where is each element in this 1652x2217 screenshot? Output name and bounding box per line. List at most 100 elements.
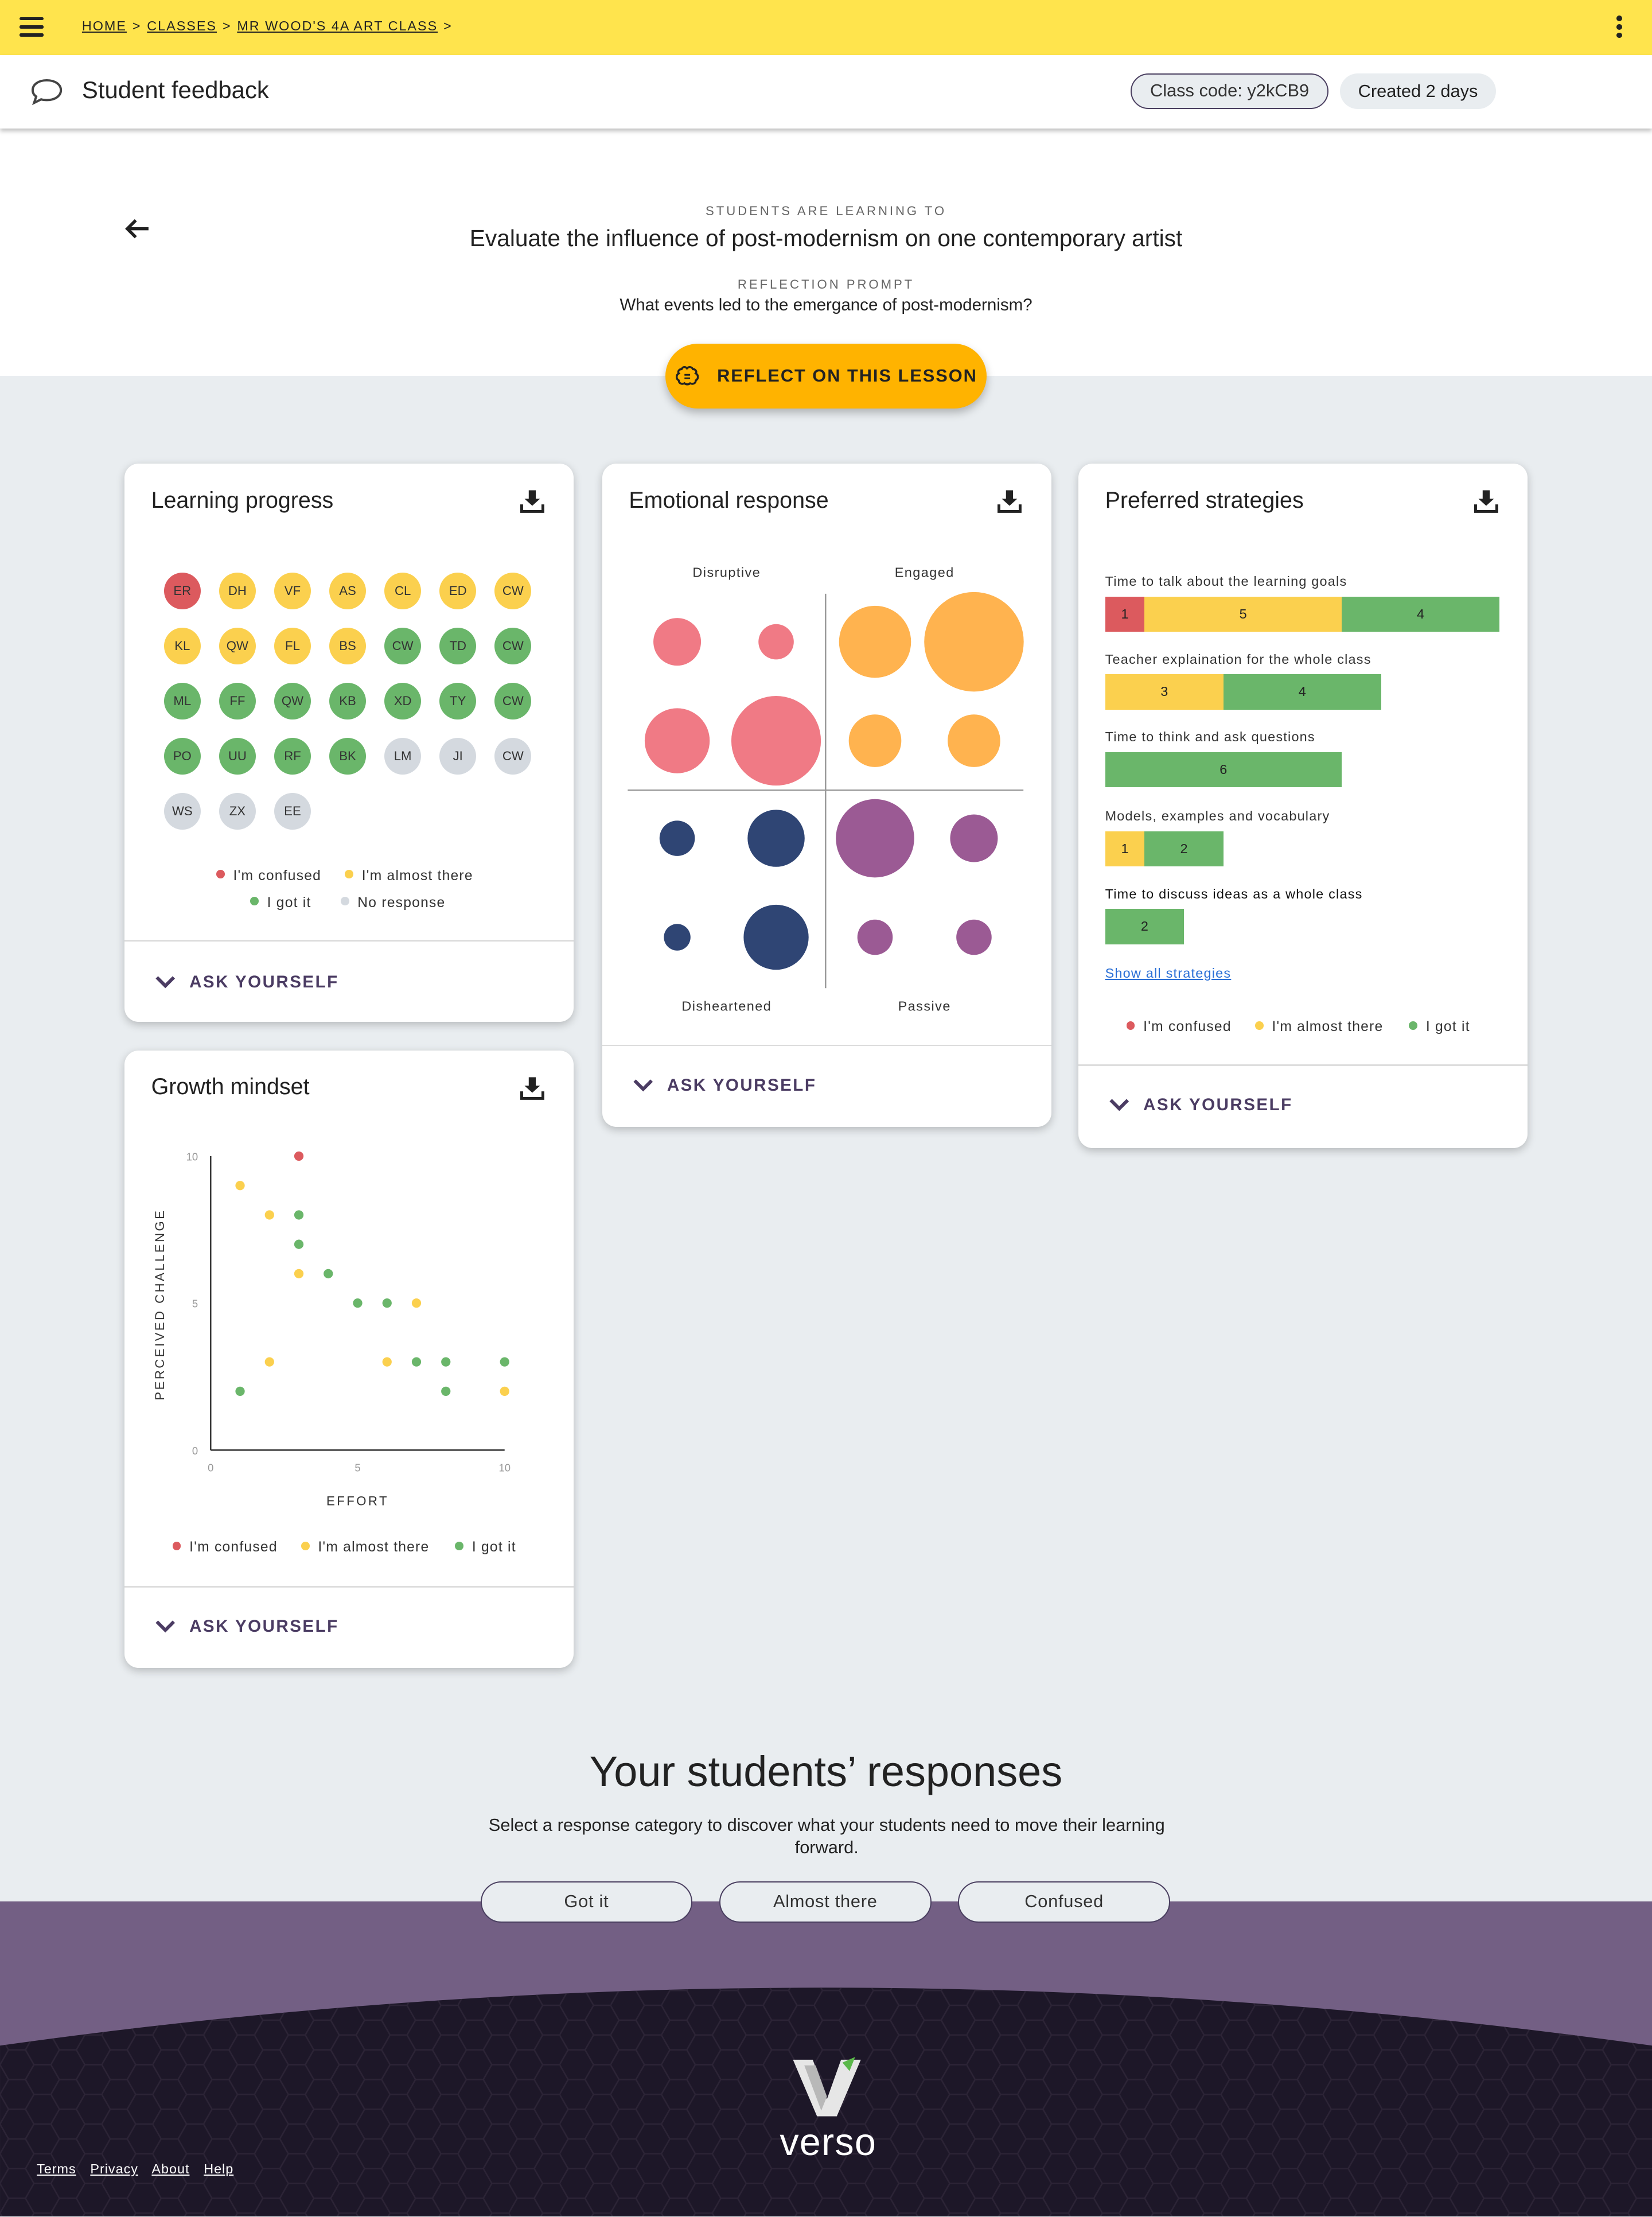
- help-link[interactable]: Help: [204, 2161, 233, 2176]
- scatter-point[interactable]: [500, 1357, 509, 1367]
- student-avatar[interactable]: DH: [219, 572, 256, 609]
- emotion-bubble[interactable]: [663, 924, 691, 951]
- student-avatar[interactable]: KB: [329, 682, 367, 719]
- emotion-bubble[interactable]: [659, 820, 695, 856]
- student-avatar[interactable]: TY: [439, 682, 477, 719]
- scatter-point[interactable]: [382, 1298, 392, 1308]
- strategy-bar[interactable]: 6: [1105, 752, 1342, 788]
- reflect-button[interactable]: REFLECT ON THIS LESSON: [665, 343, 987, 409]
- student-avatar[interactable]: RF: [274, 738, 311, 775]
- about-link[interactable]: About: [151, 2161, 189, 2176]
- emotion-bubble[interactable]: [758, 624, 794, 660]
- ask-yourself-toggle[interactable]: ASK YOURSELF: [155, 973, 339, 992]
- strategy-bar[interactable]: 2: [1105, 909, 1185, 944]
- strategy-bar[interactable]: 12: [1105, 831, 1224, 867]
- breadcrumb-classes[interactable]: CLASSES: [147, 18, 217, 33]
- student-avatar[interactable]: CW: [494, 682, 532, 719]
- student-avatar[interactable]: CW: [494, 738, 532, 775]
- scatter-point[interactable]: [323, 1269, 333, 1279]
- scatter-point[interactable]: [441, 1357, 451, 1367]
- student-avatar[interactable]: KL: [163, 627, 201, 664]
- emotion-bubble[interactable]: [956, 919, 992, 955]
- emotion-bubble[interactable]: [857, 919, 893, 955]
- student-avatar[interactable]: BS: [329, 627, 367, 664]
- show-all-strategies-link[interactable]: Show all strategies: [1105, 966, 1232, 981]
- hamburger-menu-icon[interactable]: [20, 17, 44, 37]
- ask-yourself-toggle[interactable]: ASK YOURSELF: [1109, 1095, 1293, 1115]
- emotion-bubble[interactable]: [731, 695, 821, 786]
- got-it-button[interactable]: Got it: [480, 1881, 693, 1923]
- scatter-point[interactable]: [294, 1152, 303, 1161]
- download-icon[interactable]: [998, 489, 1022, 514]
- student-avatar[interactable]: WS: [163, 793, 201, 830]
- page-header: Student feedback Class code: y2kCB9 Crea…: [0, 55, 1652, 129]
- student-avatar[interactable]: CL: [384, 572, 422, 609]
- emotion-bubble[interactable]: [747, 810, 805, 867]
- download-icon[interactable]: [1474, 489, 1498, 514]
- scatter-point[interactable]: [411, 1357, 421, 1367]
- student-avatar[interactable]: JI: [439, 738, 477, 775]
- emotion-bubble[interactable]: [743, 904, 809, 970]
- scatter-point[interactable]: [441, 1387, 451, 1397]
- student-avatar[interactable]: XD: [384, 682, 422, 719]
- scatter-point[interactable]: [294, 1269, 303, 1279]
- student-avatar[interactable]: EE: [274, 793, 311, 830]
- student-avatar[interactable]: FL: [274, 627, 311, 664]
- privacy-link[interactable]: Privacy: [90, 2161, 138, 2176]
- divider: [1078, 1064, 1528, 1066]
- student-avatar[interactable]: TD: [439, 627, 477, 664]
- student-avatar[interactable]: CW: [494, 627, 532, 664]
- student-avatar[interactable]: QW: [219, 627, 256, 664]
- scatter-point[interactable]: [235, 1387, 245, 1397]
- scatter-point[interactable]: [382, 1357, 392, 1367]
- class-code-badge[interactable]: Class code: y2kCB9: [1130, 73, 1329, 109]
- student-avatar[interactable]: VF: [274, 572, 311, 609]
- student-avatar[interactable]: CW: [494, 572, 532, 609]
- student-avatar[interactable]: BK: [329, 738, 367, 775]
- student-avatar[interactable]: ML: [163, 682, 201, 719]
- emotion-bubble[interactable]: [949, 814, 998, 862]
- emotion-bubble[interactable]: [644, 708, 710, 773]
- scatter-point[interactable]: [411, 1298, 421, 1308]
- ask-yourself-label: ASK YOURSELF: [667, 1075, 817, 1095]
- student-avatar[interactable]: ED: [439, 572, 477, 609]
- breadcrumb-home[interactable]: HOME: [82, 18, 127, 33]
- student-avatar[interactable]: CW: [384, 627, 422, 664]
- ask-yourself-toggle[interactable]: ASK YOURSELF: [155, 1617, 339, 1636]
- verso-logo-icon[interactable]: [792, 2056, 862, 2119]
- emotion-bubble[interactable]: [835, 799, 914, 878]
- emotion-bubble[interactable]: [848, 714, 901, 767]
- student-avatar[interactable]: LM: [384, 738, 422, 775]
- student-avatar[interactable]: UU: [219, 738, 256, 775]
- confused-button[interactable]: Confused: [958, 1881, 1170, 1923]
- student-avatar[interactable]: PO: [163, 738, 201, 775]
- student-avatar[interactable]: ER: [163, 572, 201, 609]
- scatter-point[interactable]: [235, 1181, 245, 1191]
- emotion-bubble[interactable]: [653, 617, 701, 666]
- student-avatar[interactable]: QW: [274, 682, 311, 719]
- terms-link[interactable]: Terms: [37, 2161, 76, 2176]
- scatter-point[interactable]: [264, 1357, 274, 1367]
- strategy-bar[interactable]: 154: [1105, 596, 1499, 632]
- scatter-point[interactable]: [294, 1210, 303, 1220]
- vertical-dots-icon[interactable]: [1611, 15, 1628, 41]
- x-tick-label: 10: [498, 1462, 511, 1474]
- student-avatar[interactable]: FF: [219, 682, 256, 719]
- download-icon[interactable]: [520, 1076, 544, 1100]
- chevron-down-icon: [155, 976, 176, 989]
- student-avatar[interactable]: ZX: [219, 793, 256, 830]
- emotion-bubble[interactable]: [947, 714, 1000, 767]
- ask-yourself-toggle[interactable]: ASK YOURSELF: [633, 1076, 817, 1095]
- scatter-point[interactable]: [500, 1387, 509, 1397]
- scatter-point[interactable]: [353, 1298, 363, 1308]
- breadcrumb-class[interactable]: MR WOOD'S 4A ART CLASS: [237, 18, 438, 33]
- brand-name: verso: [780, 2121, 877, 2164]
- emotion-bubble[interactable]: [839, 605, 911, 678]
- emotion-bubble[interactable]: [924, 592, 1024, 692]
- almost-there-button[interactable]: Almost there: [719, 1881, 932, 1923]
- scatter-point[interactable]: [294, 1239, 303, 1250]
- scatter-point[interactable]: [264, 1210, 274, 1220]
- student-avatar[interactable]: AS: [329, 572, 367, 609]
- download-icon[interactable]: [520, 489, 544, 514]
- strategy-bar[interactable]: 34: [1105, 674, 1381, 710]
